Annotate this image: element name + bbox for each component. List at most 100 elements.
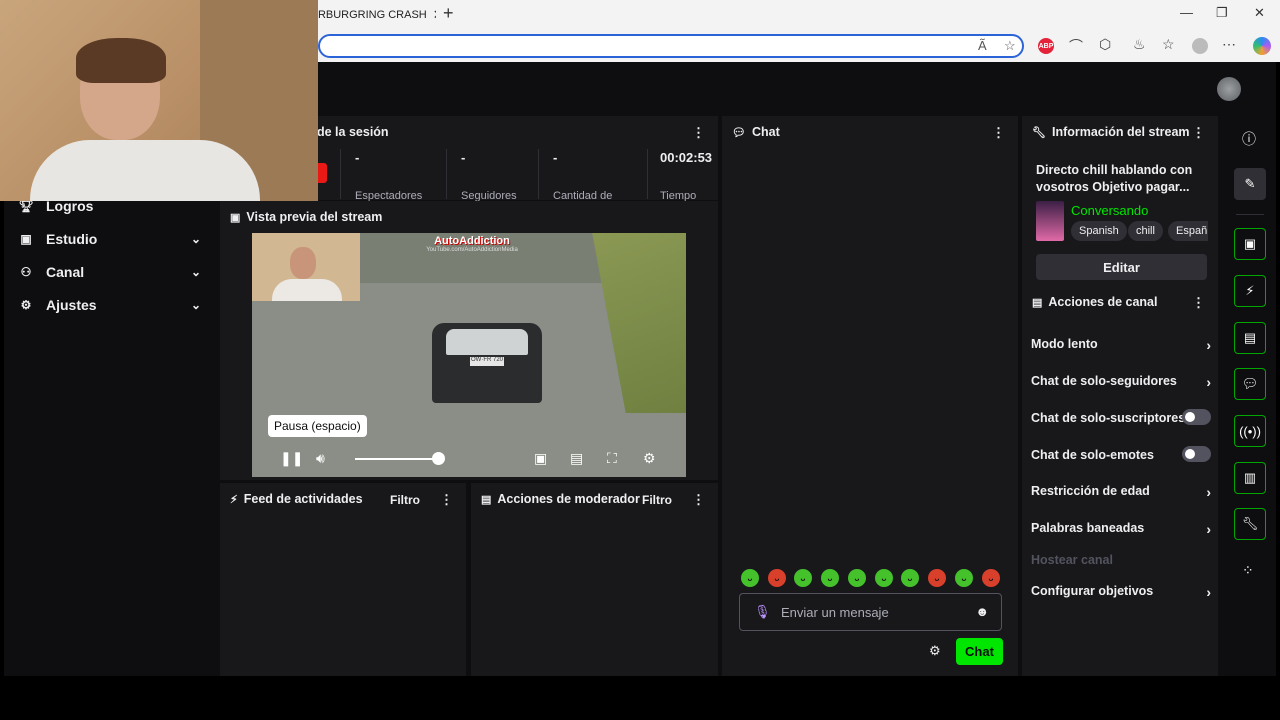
chat-message-input[interactable]: 🎙︎ Enviar un mensaje ☻ — [739, 593, 1002, 631]
panel-title: Feed de actividades — [243, 492, 363, 506]
emote-button[interactable]: ᴗ — [768, 569, 786, 587]
activity-feed-header: ⚡︎ Feed de actividades — [220, 483, 466, 515]
emote-button[interactable]: ᴗ — [875, 569, 893, 587]
panel-title: Chat — [751, 125, 780, 139]
more-options-icon[interactable]: ⋮ — [1192, 295, 1205, 311]
activity-feed-panel: ⚡︎ Feed de actividades Filtro ⋮ — [220, 483, 466, 676]
volume-icon[interactable]: 🔊︎ — [316, 450, 325, 467]
activity-toggle-icon[interactable]: ⚡︎ — [1234, 275, 1266, 307]
emote-button[interactable]: ᴗ — [955, 569, 973, 587]
profile-icon[interactable] — [1192, 38, 1208, 54]
adblock-plus-icon[interactable]: ABP — [1038, 38, 1054, 54]
uptime-value: 00:02:53 — [660, 150, 713, 165]
moderator-filter-button[interactable]: Filtro — [642, 493, 672, 507]
emote-button[interactable]: ᴗ — [821, 569, 839, 587]
emote-button[interactable]: ᴗ — [928, 569, 946, 587]
document-icon: ▤ — [481, 493, 492, 506]
followers-only-action[interactable]: Chat de solo-seguidores › — [1031, 374, 1211, 390]
theater-mode-icon[interactable]: ▤ — [570, 450, 583, 467]
slow-mode-action[interactable]: Modo lento › — [1031, 337, 1211, 353]
volume-slider[interactable] — [355, 458, 440, 460]
studio-icon: ▣ — [20, 232, 32, 246]
host-channel-action: Hostear canal — [1031, 553, 1211, 567]
minimize-button[interactable]: — — [1180, 5, 1193, 20]
favorites-icon[interactable]: ☆ — [1162, 36, 1175, 53]
performance-icon[interactable]: ♨ — [1133, 36, 1146, 53]
copilot-icon[interactable] — [1253, 37, 1271, 55]
configure-goals-action[interactable]: Configurar objetivos › — [1031, 584, 1211, 600]
mod-actions-toggle-icon[interactable]: ▤ — [1234, 322, 1266, 354]
more-options-icon[interactable]: ⋮ — [692, 125, 705, 141]
pause-icon[interactable]: ❚❚ — [280, 450, 303, 467]
more-options-icon[interactable]: ⋮ — [1192, 125, 1205, 141]
video-player[interactable]: OW·FR 720 AutoAddiction YouTube.com/AutoA… — [252, 233, 686, 477]
panel-title: Acciones de moderador — [497, 492, 640, 506]
sidebar-item-estudio[interactable]: ▣ Estudio ⌄ — [16, 226, 201, 252]
edit-pencil-icon[interactable]: ✎ — [1234, 168, 1266, 200]
channel-actions-toggle-icon[interactable]: ▥ — [1234, 462, 1266, 494]
channel-actions-icon: ▤ — [1032, 296, 1043, 309]
age-restriction-action[interactable]: Restricción de edad › — [1031, 484, 1211, 500]
chat-bubble-icon: 💬︎ — [732, 126, 746, 139]
car-window — [446, 329, 528, 355]
emotes-only-toggle[interactable] — [1182, 446, 1211, 462]
send-chat-button[interactable]: Chat — [956, 638, 1003, 665]
wrench-toggle-icon[interactable]: 🔧︎ — [1234, 508, 1266, 540]
sidebar-item-ajustes[interactable]: ⚙ Ajustes ⌄ — [16, 292, 201, 318]
address-bar[interactable]: A᷉ ☆ — [318, 34, 1024, 58]
stream-tag[interactable]: Españ — [1168, 221, 1208, 241]
emote-button[interactable]: ᴗ — [794, 569, 812, 587]
subscribers-only-toggle[interactable] — [1182, 409, 1211, 425]
trophy-icon: 🏆︎ — [18, 199, 34, 213]
stream-tag[interactable]: chill — [1128, 221, 1163, 241]
chevron-down-icon: ⌄ — [190, 298, 201, 312]
picture-in-picture-icon[interactable]: ▣ — [534, 450, 547, 467]
chevron-right-icon: › — [1206, 484, 1211, 500]
banned-words-action[interactable]: Palabras baneadas › — [1031, 521, 1211, 537]
stream-category[interactable]: Conversando — [1071, 203, 1148, 218]
followers-value: - — [461, 150, 466, 165]
feed-filter-button[interactable]: Filtro — [390, 493, 420, 507]
window-close-button[interactable]: ✕ — [1254, 5, 1265, 21]
panel-title: Acciones de canal — [1048, 295, 1158, 309]
extensions-icon[interactable]: ⁘ — [1242, 562, 1254, 579]
chat-settings-icon[interactable]: ⚙ — [929, 643, 941, 659]
emoji-picker-icon[interactable]: ☻ — [975, 604, 989, 619]
chevron-down-icon: ⌄ — [190, 265, 201, 279]
extensions-puzzle-icon[interactable]: ⬡ — [1099, 36, 1111, 53]
new-tab-button[interactable]: + — [443, 3, 454, 24]
volume-slider-handle[interactable] — [432, 452, 445, 465]
extension-arc-icon[interactable]: ⌒ — [1069, 36, 1083, 56]
webcam-feed — [0, 0, 318, 201]
avatar[interactable] — [1217, 77, 1241, 101]
video-settings-icon[interactable]: ⚙ — [643, 450, 656, 467]
fullscreen-icon[interactable]: ⛶ — [607, 450, 617, 467]
channel-actions-header: ▤ Acciones de canal — [1022, 286, 1218, 318]
info-icon[interactable]: ⓘ — [1242, 129, 1256, 149]
maximize-button[interactable]: ❐ — [1216, 5, 1228, 21]
panel-title: de la sesión — [317, 125, 389, 139]
stream-tag[interactable]: Spanish — [1071, 221, 1127, 241]
chat-toggle-icon[interactable]: 💬︎ — [1234, 368, 1266, 400]
microphone-icon[interactable]: 🎙︎ — [754, 604, 771, 620]
more-options-icon[interactable]: ⋮ — [692, 492, 705, 508]
edit-stream-info-button[interactable]: Editar — [1036, 254, 1207, 280]
broadcast-toggle-icon[interactable]: ((•)) — [1234, 415, 1266, 447]
action-label: Chat de solo-seguidores — [1031, 374, 1177, 388]
read-aloud-icon[interactable]: A᷉ — [978, 38, 987, 53]
emote-button[interactable]: ᴗ — [901, 569, 919, 587]
more-options-icon[interactable]: ⋮ — [440, 492, 453, 508]
favorite-star-icon[interactable]: ☆ — [1004, 38, 1016, 54]
action-label: Modo lento — [1031, 337, 1098, 351]
preview-toggle-icon[interactable]: ▣ — [1234, 228, 1266, 260]
emote-button[interactable]: ᴗ — [848, 569, 866, 587]
emote-button[interactable]: ᴗ — [982, 569, 1000, 587]
more-menu-icon[interactable]: ⋯ — [1222, 36, 1236, 53]
channel-icon: ⚇ — [20, 265, 32, 279]
browser-tab[interactable]: URBURGRING CRASH ✕ — [310, 4, 436, 26]
more-options-icon[interactable]: ⋮ — [992, 125, 1005, 141]
sidebar-item-canal[interactable]: ⚇ Canal ⌄ — [16, 259, 201, 285]
emote-button[interactable]: ᴗ — [741, 569, 759, 587]
action-label: Hostear canal — [1031, 553, 1113, 567]
tab-close-icon[interactable]: ✕ — [433, 7, 436, 23]
